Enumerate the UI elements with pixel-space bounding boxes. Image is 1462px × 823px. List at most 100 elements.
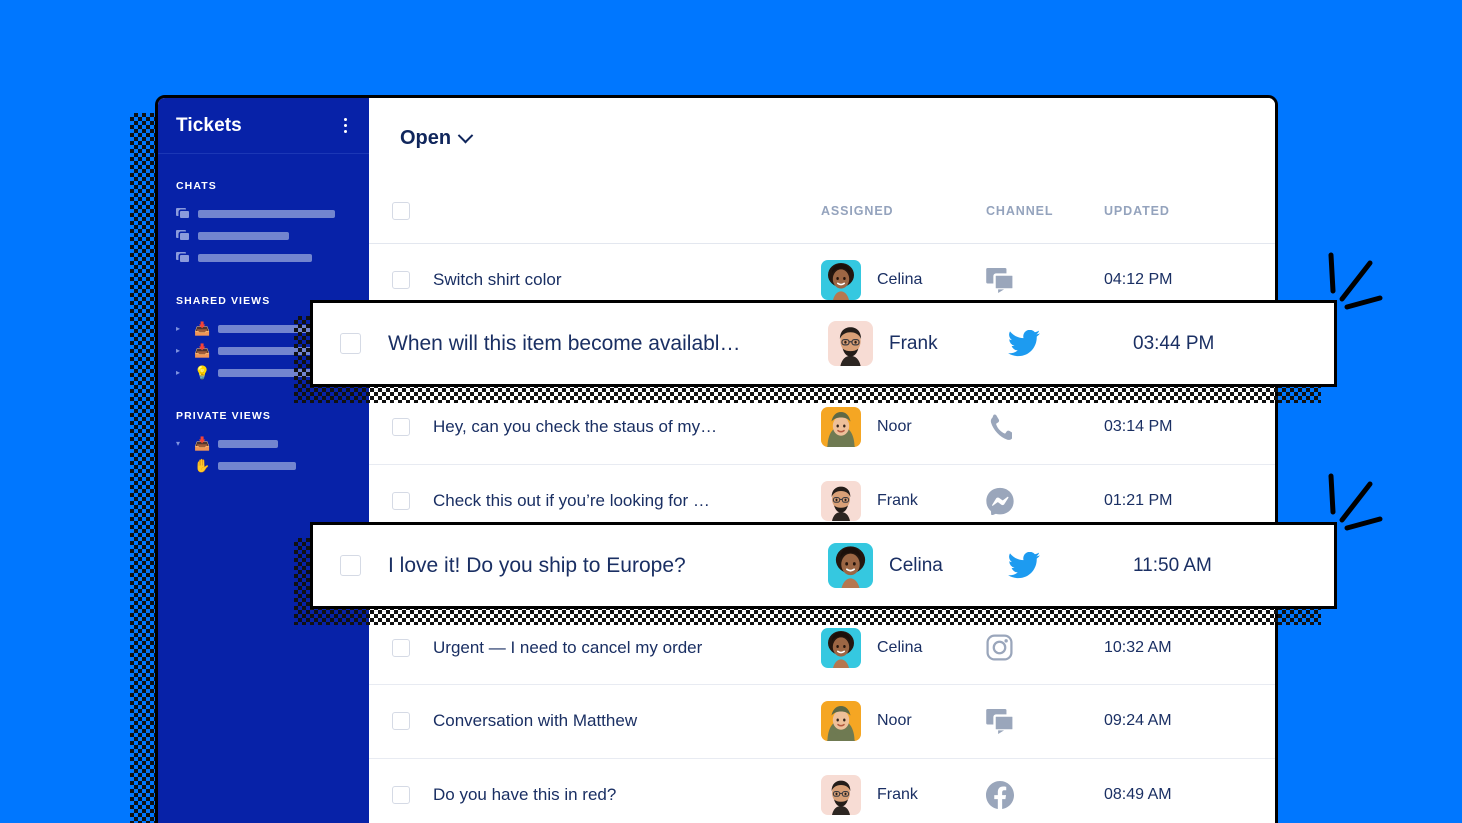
sidebar-header: Tickets [158,98,369,154]
ticket-subject: When will this item become availabl… [388,331,741,355]
sidebar-item[interactable]: ✋ [176,455,369,477]
assignee-name: Frank [877,491,918,509]
sidebar-item-label-placeholder [198,254,312,262]
caret-down-icon[interactable]: ▾ [176,440,186,448]
assignee-name: Celina [877,638,923,656]
sidebar: Tickets CHATS SHARED VIEWS ▸ 📥 ▸ 📥 ▸ 💡 PRIVATE V… [158,98,369,823]
kebab-dot [344,130,347,133]
highlighted-table-row[interactable]: I love it! Do you ship to Europe? Celina… [310,522,1337,609]
app-window: Tickets CHATS SHARED VIEWS ▸ 📥 ▸ 📥 ▸ 💡 PRIVATE V… [155,95,1278,823]
updated-time: 03:44 PM [1133,332,1215,354]
chat-icon [176,252,190,264]
sidebar-item-label-placeholder [198,210,335,218]
toolbar: Open [369,98,1275,178]
sidebar-item-label-placeholder [218,462,296,470]
assignee-name: Frank [877,785,918,803]
light-bulb-icon: 💡 [194,365,211,380]
status-filter-label: Open [400,126,452,149]
raised-hand-icon: ✋ [194,458,211,473]
ticket-assignee: Frank [821,774,986,815]
sparkle-top [1322,245,1390,322]
ticket-subject: Conversation with Matthew [433,711,638,731]
window-drop-shadow [130,113,156,823]
avatar [821,480,861,521]
avatar [821,774,861,815]
twitter-icon [1008,552,1133,579]
ticket-assignee: Celina [821,627,986,668]
ticket-subject: I love it! Do you ship to Europe? [388,553,686,577]
sidebar-section: CHATS [158,154,369,269]
avatar [828,543,873,588]
sidebar-item-label-placeholder [198,232,289,240]
sidebar-item[interactable] [176,247,369,269]
chat-icon [986,708,1104,734]
caret-right-icon[interactable]: ▸ [176,347,186,355]
sidebar-item[interactable] [176,203,369,225]
chat-icon [986,267,1104,293]
sidebar-item[interactable] [176,225,369,247]
main-panel: Open ASSIGNED CHANNEL UPDATED Switch shi… [369,98,1275,823]
kebab-dot [344,124,347,127]
inbox-tray-icon: 📥 [194,321,211,336]
page-title: Tickets [176,114,242,136]
ticket-assignee: Frank [828,321,1008,366]
ticket-subject: Do you have this in red? [433,784,617,804]
assignee-name: Frank [889,332,938,354]
table-header-row: ASSIGNED CHANNEL UPDATED [369,178,1275,244]
row-checkbox[interactable] [340,333,361,354]
ticket-assignee: Frank [821,480,986,521]
kebab-dot [344,118,347,121]
ticket-assignee: Celina [828,543,1008,588]
row-checkbox[interactable] [392,418,410,437]
ticket-subject: Hey, can you check the staus of my… [433,417,718,437]
assignee-name: Celina [889,554,943,576]
assignee-name: Celina [877,271,923,289]
avatar [821,260,861,301]
inbox-tray-icon: 📥 [194,343,211,358]
chat-icon [176,208,190,220]
chat-icon [176,230,190,242]
avatar [821,627,861,668]
table-row[interactable]: Conversation with Matthew Noor 09:24 AM [369,685,1275,759]
row-checkbox[interactable] [392,491,410,510]
ticket-subject: Check this out if you’re looking for … [433,490,710,510]
sidebar-item-label-placeholder [218,440,278,448]
highlighted-table-row[interactable]: When will this item become availabl… Fra… [310,300,1337,387]
column-header-updated: UPDATED [1104,203,1170,218]
ticket-assignee: Noor [821,701,986,742]
updated-time: 09:24 AM [1104,712,1172,730]
ticket-assignee: Celina [821,260,986,301]
updated-time: 03:14 PM [1104,418,1173,436]
chevron-down-icon [457,127,474,143]
assignee-name: Noor [877,418,912,436]
messenger-icon [986,487,1104,515]
avatar [828,321,873,366]
avatar [821,701,861,742]
sparkle-bottom [1322,466,1390,543]
row-checkbox[interactable] [340,555,361,576]
updated-time: 04:12 PM [1104,271,1173,289]
caret-right-icon[interactable]: ▸ [176,369,186,377]
sidebar-item[interactable]: ▾ 📥 [176,433,369,455]
select-all-checkbox[interactable] [392,201,410,220]
ticket-assignee: Noor [821,407,986,448]
row-checkbox[interactable] [392,712,410,731]
updated-time: 08:49 AM [1104,785,1172,803]
avatar [821,407,861,448]
row-checkbox[interactable] [392,271,410,290]
updated-time: 10:32 AM [1104,638,1172,656]
row-checkbox[interactable] [392,638,410,657]
column-header-channel: CHANNEL [986,203,1054,218]
updated-time: 01:21 PM [1104,491,1173,509]
row-checkbox[interactable] [392,785,410,804]
twitter-icon [1008,330,1133,357]
table-row[interactable]: Do you have this in red? Frank 08:49 AM [369,759,1275,823]
instagram-icon [986,634,1104,661]
sidebar-section-title: CHATS [176,180,217,192]
status-filter-dropdown[interactable]: Open [400,126,474,150]
caret-right-icon[interactable]: ▸ [176,325,186,333]
kebab-menu-icon[interactable] [340,114,351,137]
ticket-subject: Urgent — I need to cancel my order [433,637,703,657]
ticket-subject: Switch shirt color [433,270,562,290]
sidebar-section-title: PRIVATE VIEWS [176,410,272,422]
